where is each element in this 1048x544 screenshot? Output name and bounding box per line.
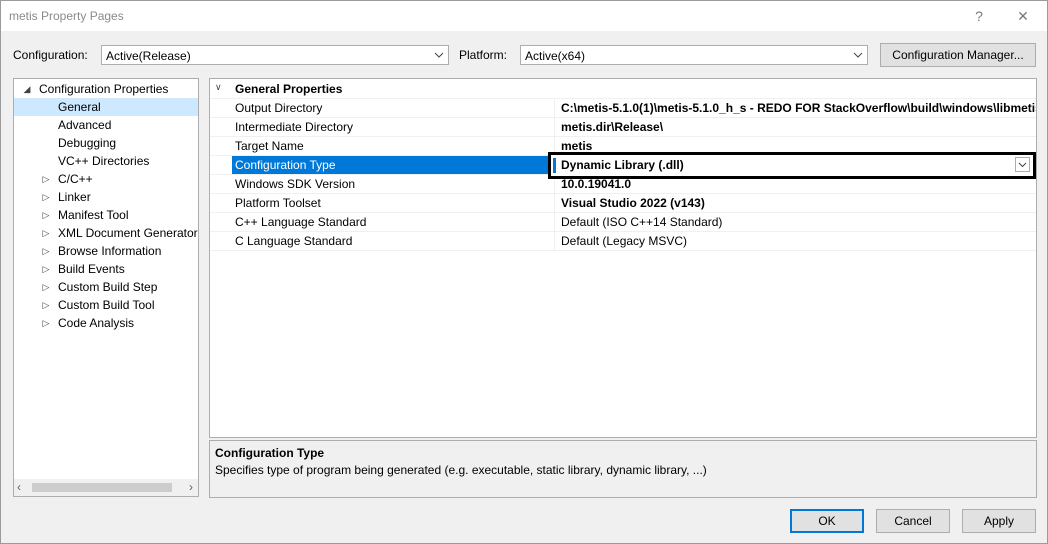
tree-item[interactable]: ▷ XML Document Generator xyxy=(14,224,198,242)
property-row[interactable]: Configuration Type Dynamic Library (.dll) xyxy=(210,152,1036,179)
property-row[interactable]: Output Directory C:\metis-5.1.0(1)\metis-… xyxy=(210,99,1036,118)
dropdown-button[interactable] xyxy=(1015,157,1030,172)
help-icon[interactable]: ? xyxy=(959,5,999,27)
tree-item[interactable]: ▷ Manifest Tool xyxy=(14,206,198,224)
platform-label: Platform: xyxy=(459,48,508,62)
expand-triangle-icon[interactable]: ▷ xyxy=(41,206,51,224)
tree-item-label: Debugging xyxy=(58,136,117,150)
collapse-chevron-icon[interactable]: ∨ xyxy=(215,82,222,93)
tree-item[interactable]: ▷ Browse Information xyxy=(14,242,198,260)
property-value: metis.dir\Release\ xyxy=(561,120,664,134)
tree-item[interactable]: Debugging xyxy=(14,134,198,152)
description-text: Specifies type of program being generate… xyxy=(215,463,707,477)
chevron-down-icon xyxy=(1018,162,1027,168)
property-name: Platform Toolset xyxy=(232,194,555,212)
expand-triangle-icon[interactable]: ▷ xyxy=(41,188,51,206)
configuration-type-value: Dynamic Library (.dll) xyxy=(561,158,684,172)
tree-item-label: Custom Build Tool xyxy=(58,298,155,312)
property-tree: ◢ Configuration Properties General Advanc… xyxy=(13,78,199,497)
tree-item-label: Code Analysis xyxy=(58,316,135,330)
platform-combo[interactable]: Active(x64) xyxy=(520,45,868,65)
property-value: C:\metis-5.1.0(1)\metis-5.1.0_h_s - REDO… xyxy=(561,101,1036,115)
property-row[interactable]: Intermediate Directory metis.dir\Release\ xyxy=(210,118,1036,137)
configuration-manager-button[interactable]: Configuration Manager... xyxy=(880,43,1036,67)
configuration-label: Configuration: xyxy=(13,48,88,62)
property-name: C++ Language Standard xyxy=(232,213,555,231)
tree-item-label: Custom Build Step xyxy=(58,280,158,294)
tree-item[interactable]: ▷ Custom Build Step xyxy=(14,278,198,296)
tree-item-label: Manifest Tool xyxy=(58,208,129,222)
cancel-button[interactable]: Cancel xyxy=(876,509,950,533)
tree-item-label: C/C++ xyxy=(58,172,93,186)
tree-item-label: VC++ Directories xyxy=(58,154,150,168)
chevron-down-icon xyxy=(434,52,444,58)
tree-item[interactable]: Advanced xyxy=(14,116,198,134)
window-title: metis Property Pages xyxy=(9,9,124,23)
tree-item-label: Advanced xyxy=(58,118,112,132)
configuration-type-dropdown[interactable]: Dynamic Library (.dll) xyxy=(548,152,1036,179)
tree-item[interactable]: ▷ Code Analysis xyxy=(14,314,198,332)
section-header-row[interactable]: ∨ General Properties xyxy=(210,80,1036,99)
property-row[interactable]: C++ Language Standard Default (ISO C++14 … xyxy=(210,213,1036,232)
horizontal-scrollbar[interactable]: ‹ › xyxy=(14,479,198,496)
property-grid: ∨ General Properties Output Directory C:\… xyxy=(209,78,1037,438)
description-panel: Configuration Type Specifies type of pro… xyxy=(209,440,1037,498)
tree-item[interactable]: General xyxy=(14,98,198,116)
chevron-down-icon xyxy=(853,52,863,58)
tree-item[interactable]: ▷ Build Events xyxy=(14,260,198,278)
tree-item-label: Linker xyxy=(58,190,91,204)
scrollbar-thumb[interactable] xyxy=(32,483,172,492)
property-value: Default (ISO C++14 Standard) xyxy=(561,215,723,229)
platform-value: Active(x64) xyxy=(525,49,586,63)
property-pages-window: metis Property Pages ? ✕ Configuration: … xyxy=(0,0,1048,544)
property-value: Default (Legacy MSVC) xyxy=(561,234,688,248)
property-name: Configuration Type xyxy=(232,156,555,174)
configuration-combo[interactable]: Active(Release) xyxy=(101,45,449,65)
tree-item[interactable]: ▷ Linker xyxy=(14,188,198,206)
expand-triangle-icon[interactable]: ▷ xyxy=(41,260,51,278)
tree-item-label: Browse Information xyxy=(58,244,162,258)
property-row[interactable]: C Language Standard Default (Legacy MSVC) xyxy=(210,232,1036,251)
property-name: Output Directory xyxy=(232,99,555,117)
title-bar: metis Property Pages ? ✕ xyxy=(1,1,1047,31)
selection-marker xyxy=(553,158,556,173)
expand-triangle-icon[interactable]: ▷ xyxy=(41,296,51,314)
property-name: Target Name xyxy=(232,137,555,155)
property-row[interactable]: Platform Toolset Visual Studio 2022 (v143… xyxy=(210,194,1036,213)
expanded-triangle-icon[interactable]: ◢ xyxy=(22,80,32,98)
tree-item[interactable]: VC++ Directories xyxy=(14,152,198,170)
tree-item-label: XML Document Generator xyxy=(58,226,198,240)
property-name: Intermediate Directory xyxy=(232,118,555,136)
close-icon[interactable]: ✕ xyxy=(1003,5,1043,27)
expand-triangle-icon[interactable]: ▷ xyxy=(41,314,51,332)
apply-button[interactable]: Apply xyxy=(962,509,1036,533)
tree-root-configuration-properties[interactable]: ◢ Configuration Properties xyxy=(14,80,198,98)
tree-item[interactable]: ▷ C/C++ xyxy=(14,170,198,188)
ok-button[interactable]: OK xyxy=(790,509,864,533)
expand-triangle-icon[interactable]: ▷ xyxy=(41,278,51,296)
expand-triangle-icon[interactable]: ▷ xyxy=(41,224,51,242)
property-value: Visual Studio 2022 (v143) xyxy=(561,196,705,210)
tree-root-label: Configuration Properties xyxy=(39,82,169,96)
description-title: Configuration Type xyxy=(215,446,325,460)
tree-item[interactable]: ▷ Custom Build Tool xyxy=(14,296,198,314)
configuration-value: Active(Release) xyxy=(106,49,191,63)
property-name: C Language Standard xyxy=(232,232,555,250)
tree-item-label: Build Events xyxy=(58,262,125,276)
expand-triangle-icon[interactable]: ▷ xyxy=(41,170,51,188)
expand-triangle-icon[interactable]: ▷ xyxy=(41,242,51,260)
scroll-left-icon[interactable]: ‹ xyxy=(17,480,21,494)
property-name: Windows SDK Version xyxy=(232,175,555,193)
tree-item-label: General xyxy=(58,100,101,114)
scroll-right-icon[interactable]: › xyxy=(189,480,193,494)
section-title: General Properties xyxy=(235,82,343,96)
